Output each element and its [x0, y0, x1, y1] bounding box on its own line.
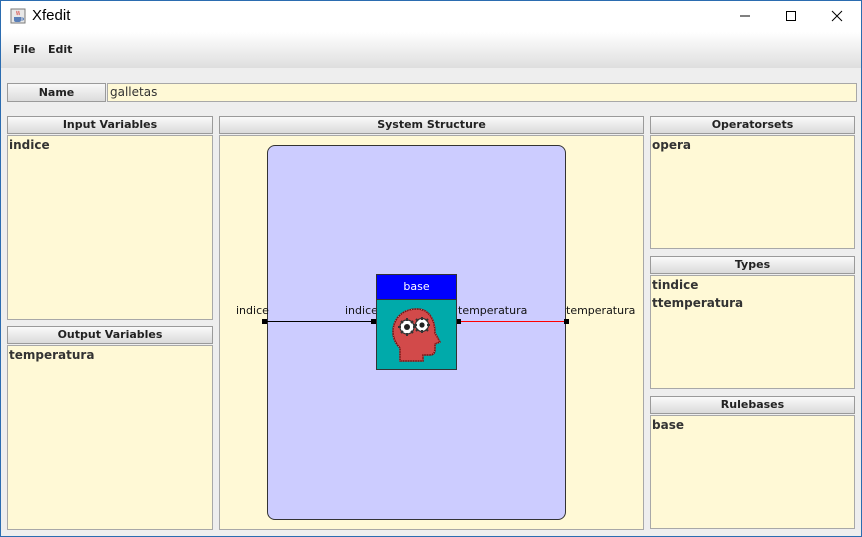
menu-file[interactable]: File [13, 43, 36, 56]
close-icon [831, 10, 843, 22]
window-title: Xfedit [32, 7, 71, 24]
types-list[interactable]: tindice ttemperatura [650, 275, 855, 389]
output-variable-item[interactable]: temperatura [8, 346, 212, 364]
output-wire [459, 321, 567, 322]
menu-edit[interactable]: Edit [48, 43, 72, 56]
menu-bar: File Edit [1, 32, 861, 68]
operatorsets-header[interactable]: Operatorsets [650, 116, 855, 134]
rulebase-item[interactable]: base [651, 416, 854, 434]
head-gears-icon [392, 308, 442, 362]
minimize-button[interactable] [722, 1, 768, 32]
system-input-label: indice [236, 304, 269, 317]
name-button[interactable]: Name [7, 83, 106, 102]
name-field[interactable]: galletas [107, 83, 857, 102]
input-variables-header[interactable]: Input Variables [7, 116, 213, 134]
system-structure-header[interactable]: System Structure [219, 116, 644, 134]
title-bar: Xfedit [1, 1, 861, 32]
type-item[interactable]: ttemperatura [651, 294, 854, 312]
input-wire [264, 321, 374, 322]
operatorsets-list[interactable]: opera [650, 135, 855, 249]
minimize-icon [740, 15, 750, 17]
java-coffee-cup-icon [10, 8, 26, 24]
output-variables-list[interactable]: temperatura [7, 345, 213, 530]
rulebases-header[interactable]: Rulebases [650, 396, 855, 414]
rulebase-block[interactable] [376, 299, 457, 370]
rulebase-output-label: temperatura [458, 304, 528, 317]
system-output-port[interactable] [564, 319, 569, 324]
output-variables-header[interactable]: Output Variables [7, 326, 213, 344]
types-header[interactable]: Types [650, 256, 855, 274]
type-item[interactable]: tindice [651, 276, 854, 294]
system-output-label: temperatura [566, 304, 636, 317]
maximize-icon [786, 11, 796, 21]
input-variable-item[interactable]: indice [8, 136, 212, 154]
rulebase-input-label: indice [345, 304, 378, 317]
operatorset-item[interactable]: opera [651, 136, 854, 154]
close-button[interactable] [814, 1, 860, 32]
system-input-port[interactable] [262, 319, 267, 324]
input-variables-list[interactable]: indice [7, 135, 213, 320]
rulebase-block-title[interactable]: base [376, 274, 457, 299]
rulebases-list[interactable]: base [650, 415, 855, 529]
maximize-button[interactable] [768, 1, 814, 32]
